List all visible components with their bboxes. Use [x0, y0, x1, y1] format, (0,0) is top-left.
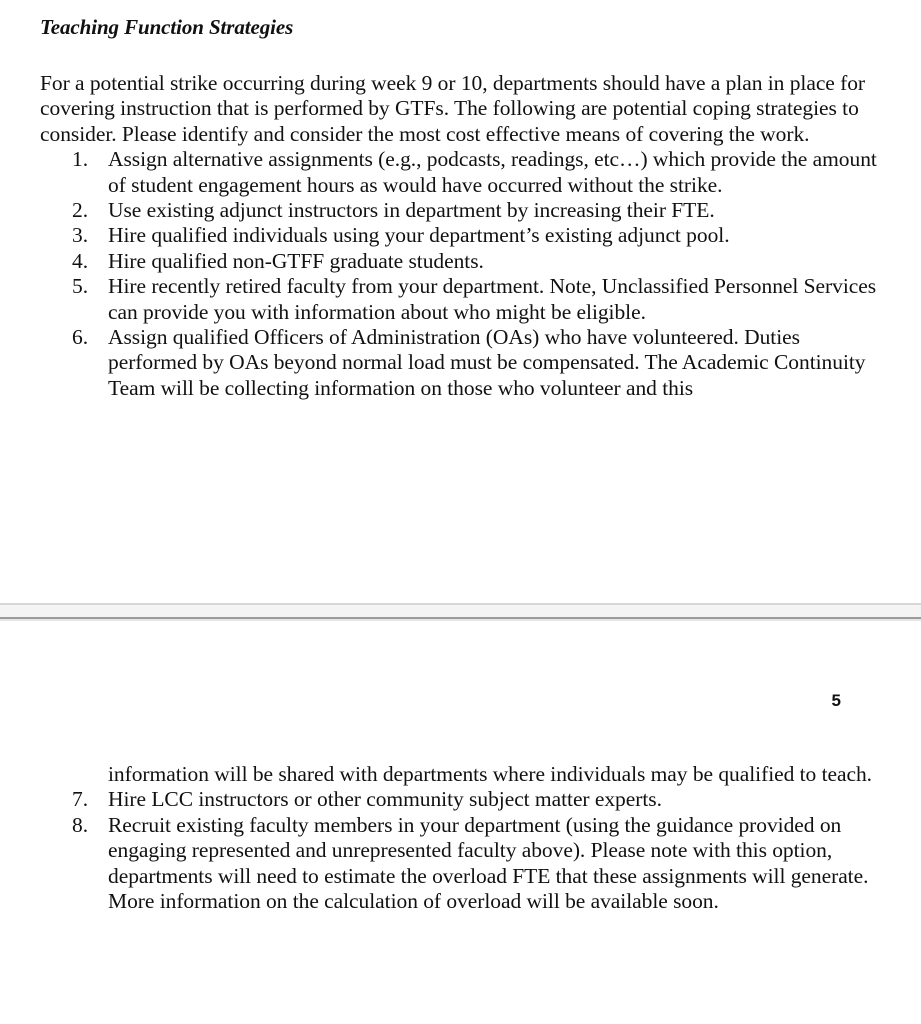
- list-item-text: Hire recently retired faculty from your …: [108, 274, 877, 324]
- list-item-text: Use existing adjunct instructors in depa…: [108, 198, 715, 223]
- strategy-list-page-one: 1. Assign alternative assignments (e.g.,…: [40, 147, 890, 401]
- page-title: Teaching Function Strategies: [40, 15, 294, 39]
- list-marker: 3.: [72, 223, 89, 248]
- list-marker: 1.: [72, 147, 89, 172]
- list-marker: 2.: [72, 198, 89, 223]
- list-item: 5. Hire recently retired faculty from yo…: [40, 274, 890, 325]
- page-two-content: information will be shared with departme…: [0, 621, 921, 914]
- list-item: 6. Assign qualified Officers of Administ…: [40, 325, 890, 401]
- list-item: 2. Use existing adjunct instructors in d…: [40, 198, 890, 223]
- list-marker: 6.: [72, 325, 89, 350]
- list-item-text: Hire LCC instructors or other community …: [108, 787, 662, 812]
- list-item-text: Recruit existing faculty members in your…: [108, 812, 869, 914]
- list-item: 7. Hire LCC instructors or other communi…: [40, 787, 890, 812]
- list-marker: 8.: [72, 812, 89, 837]
- page-break-gap: [0, 605, 921, 617]
- continuation-paragraph: information will be shared with departme…: [108, 762, 873, 786]
- document-page-two: 5 information will be shared with depart…: [0, 621, 921, 1024]
- document-page-one: Teaching Function Strategies For a poten…: [0, 0, 921, 603]
- list-item-text: Assign alternative assignments (e.g., po…: [108, 147, 877, 197]
- intro-paragraph: For a potential strike occurring during …: [40, 71, 866, 146]
- list-item-text: Hire qualified non-GTFF graduate student…: [108, 248, 484, 273]
- list-item-text: Hire qualified individuals using your de…: [108, 223, 730, 248]
- list-item: 4. Hire qualified non-GTFF graduate stud…: [40, 249, 890, 274]
- list-item: 1. Assign alternative assignments (e.g.,…: [40, 147, 890, 198]
- page-break-divider: [0, 603, 921, 621]
- list-marker: 5.: [72, 274, 89, 299]
- page-number: 5: [831, 691, 841, 710]
- list-marker: 4.: [72, 248, 89, 273]
- list-marker: 7.: [72, 787, 89, 812]
- list-item: 3. Hire qualified individuals using your…: [40, 223, 890, 248]
- document-viewer: { "document": { "heading": "Teaching Fun…: [0, 0, 921, 1024]
- strategy-list-page-two: 7. Hire LCC instructors or other communi…: [40, 787, 890, 914]
- list-item: 8. Recruit existing faculty members in y…: [40, 813, 890, 915]
- list-item-text: Assign qualified Officers of Administrat…: [108, 325, 866, 400]
- page-one-content: Teaching Function Strategies For a poten…: [0, 0, 921, 401]
